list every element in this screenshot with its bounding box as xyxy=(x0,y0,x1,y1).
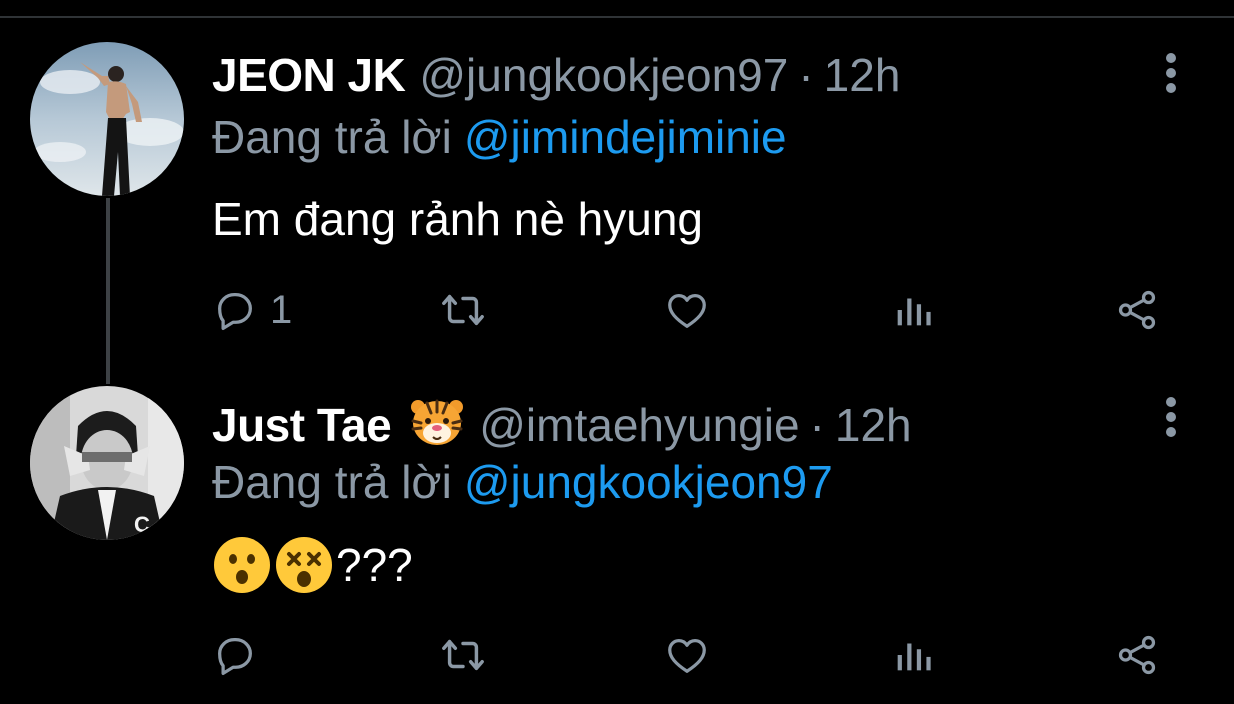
replying-to: Đang trả lời @jimindejiminie xyxy=(212,108,787,166)
tiger-face-emoji-icon xyxy=(409,397,465,447)
stats-button[interactable] xyxy=(890,630,936,680)
avatar[interactable] xyxy=(30,42,184,196)
user-handle[interactable]: @jungkookjeon97 xyxy=(419,46,788,104)
tweet-text-content: ??? xyxy=(336,539,413,591)
reply-count: 1 xyxy=(270,287,293,332)
retweet-button[interactable] xyxy=(438,630,488,680)
separator-dot: · xyxy=(798,49,814,101)
tweet-actions: 1 xyxy=(212,285,1172,335)
display-name[interactable]: JEON JK xyxy=(212,46,406,104)
like-icon xyxy=(668,293,706,328)
retweet-icon xyxy=(442,639,484,671)
hushed-face-emoji-icon xyxy=(212,535,272,595)
tweet-header: JEON JK @jungkookjeon97 · 12h xyxy=(212,46,900,104)
share-icon xyxy=(1118,290,1156,330)
replying-to: Đang trả lời @jungkookjeon97 xyxy=(212,453,833,511)
more-vertical-icon[interactable] xyxy=(1158,394,1184,442)
reply-icon xyxy=(218,638,252,676)
avatar[interactable]: C xyxy=(30,386,184,540)
like-button[interactable] xyxy=(664,630,710,680)
reply-mention-link[interactable]: @jungkookjeon97 xyxy=(464,456,833,508)
svg-text:C: C xyxy=(134,512,150,537)
tweet-text-content: Em đang rảnh nè hyung xyxy=(212,193,704,245)
tweet-text: Em đang rảnh nè hyung xyxy=(212,190,703,248)
reply-button[interactable] xyxy=(212,630,270,680)
tweet-header: Just Tae @imtaehyungie · 12h xyxy=(212,391,912,454)
user-avatar-man-covering-eyes-icon: C xyxy=(30,386,184,540)
tweet-text: ??? xyxy=(212,535,413,595)
reply-icon xyxy=(218,293,252,331)
stats-button[interactable] xyxy=(890,285,936,335)
user-handle[interactable]: @imtaehyungie xyxy=(479,396,799,454)
stats-icon xyxy=(897,643,931,671)
timestamp[interactable]: 12h xyxy=(824,46,901,104)
display-name[interactable]: Just Tae xyxy=(212,396,392,454)
retweet-button[interactable] xyxy=(438,285,488,335)
tweet[interactable]: C Just Tae @imtaehyungie · 12h Đang trả … xyxy=(0,355,1234,704)
reply-button[interactable]: 1 xyxy=(212,285,292,335)
replying-to-label: Đang trả lời xyxy=(212,456,452,508)
retweet-icon xyxy=(442,294,484,326)
like-icon xyxy=(668,638,706,673)
replying-to-label: Đang trả lời xyxy=(212,111,452,163)
like-button[interactable] xyxy=(664,285,710,335)
tweet-actions xyxy=(212,630,1172,680)
reply-mention-link[interactable]: @jimindejiminie xyxy=(464,111,787,163)
timestamp[interactable]: 12h xyxy=(835,396,912,454)
user-avatar-shirtless-man-icon xyxy=(30,42,184,196)
stats-icon xyxy=(897,298,931,326)
share-button[interactable] xyxy=(1114,630,1160,680)
dizzy-face-emoji-icon xyxy=(274,535,334,595)
separator-dot: · xyxy=(809,399,825,451)
share-icon xyxy=(1118,635,1156,675)
tweet[interactable]: JEON JK @jungkookjeon97 · 12h Đang trả l… xyxy=(0,0,1234,355)
share-button[interactable] xyxy=(1114,285,1160,335)
more-vertical-icon[interactable] xyxy=(1158,50,1184,98)
